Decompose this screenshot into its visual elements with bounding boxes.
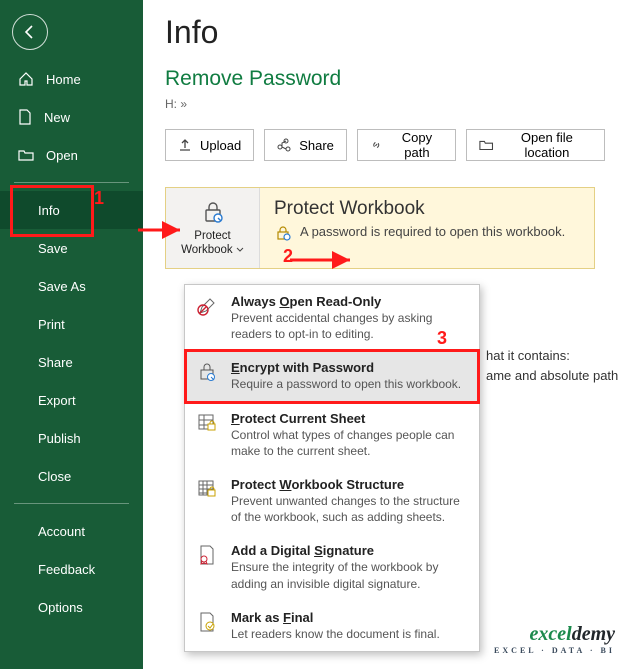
lock-key-icon xyxy=(196,361,218,383)
protect-workbook-button[interactable]: Protect Workbook xyxy=(166,188,260,268)
menu-title: Protect Workbook Structure xyxy=(231,477,469,492)
protect-workbook-menu: Always Open Read-OnlyPrevent accidental … xyxy=(184,284,480,652)
copy-path-button[interactable]: Copy path xyxy=(357,129,457,161)
chevron-down-icon xyxy=(236,247,244,253)
button-label: Open file location xyxy=(502,130,592,160)
menu-desc: Require a password to open this workbook… xyxy=(231,376,469,392)
sidebar-label: Share xyxy=(38,355,73,370)
file-ribbon-icon xyxy=(196,544,218,566)
sidebar-label: Account xyxy=(38,524,85,539)
sidebar-item-new[interactable]: New xyxy=(0,98,143,136)
menu-title: Always Open Read-Only xyxy=(231,294,469,309)
sidebar-label: Save As xyxy=(38,279,86,294)
folder-open-icon xyxy=(18,148,34,162)
button-label: Copy path xyxy=(390,130,443,160)
menu-desc: Let readers know the document is final. xyxy=(231,626,469,642)
page-title: Info xyxy=(165,14,605,51)
sidebar-item-print[interactable]: Print xyxy=(0,305,143,343)
menu-item-mark-as-final[interactable]: Mark as FinalLet readers know the docume… xyxy=(185,601,479,651)
pencil-no-icon xyxy=(196,295,218,317)
open-file-location-button[interactable]: Open file location xyxy=(466,129,605,161)
sidebar-label: Publish xyxy=(38,431,81,446)
sidebar-item-publish[interactable]: Publish xyxy=(0,419,143,457)
menu-desc: Ensure the integrity of the workbook by … xyxy=(231,559,469,591)
back-button[interactable] xyxy=(12,14,48,50)
sidebar-separator xyxy=(14,182,129,183)
sidebar-label: Open xyxy=(46,148,78,163)
menu-desc: Control what types of changes people can… xyxy=(231,427,469,459)
sidebar-item-save[interactable]: Save xyxy=(0,229,143,267)
sidebar-item-home[interactable]: Home xyxy=(0,60,143,98)
protect-workbook-card: Protect Workbook Protect Workbook A pass… xyxy=(165,187,595,269)
card-heading: Protect Workbook xyxy=(274,198,580,220)
menu-title: Mark as Final xyxy=(231,610,469,625)
menu-item-encrypt-with-password[interactable]: Encrypt with PasswordRequire a password … xyxy=(185,351,479,401)
sidebar-label: New xyxy=(44,110,70,125)
sidebar-item-feedback[interactable]: Feedback xyxy=(0,550,143,588)
document-path: H: » xyxy=(165,97,605,111)
home-icon xyxy=(18,71,34,87)
sidebar-separator xyxy=(14,503,129,504)
card-body: Protect Workbook A password is required … xyxy=(260,188,594,268)
file-icon xyxy=(18,109,32,125)
upload-icon xyxy=(178,138,192,152)
sidebar-label: Options xyxy=(38,600,83,615)
inspect-workbook-text: hat it contains: ame and absolute path xyxy=(486,346,618,385)
arrow-left-icon xyxy=(22,24,38,40)
sidebar-label: Save xyxy=(38,241,68,256)
lock-key-icon xyxy=(199,198,227,226)
sidebar-item-options[interactable]: Options xyxy=(0,588,143,626)
menu-desc: Prevent accidental changes by asking rea… xyxy=(231,310,469,342)
lock-key-icon xyxy=(274,224,292,242)
sidebar-item-close[interactable]: Close xyxy=(0,457,143,495)
sidebar-item-info[interactable]: Info xyxy=(0,191,143,229)
watermark: exceldemy EXCEL · DATA · BI xyxy=(494,623,615,655)
sidebar-label: Home xyxy=(46,72,81,87)
menu-item-add-digital-signature[interactable]: Add a Digital SignatureEnsure the integr… xyxy=(185,534,479,600)
button-label: Upload xyxy=(200,138,241,153)
sidebar-label: Export xyxy=(38,393,76,408)
button-label: Share xyxy=(299,138,334,153)
info-toolbar: Upload Share Copy path Open file locatio… xyxy=(165,129,605,161)
menu-item-protect-current-sheet[interactable]: Protect Current SheetControl what types … xyxy=(185,402,479,468)
sidebar-item-account[interactable]: Account xyxy=(0,512,143,550)
sheet-lock-icon xyxy=(196,412,218,434)
menu-item-always-open-read-only[interactable]: Always Open Read-OnlyPrevent accidental … xyxy=(185,285,479,351)
share-button[interactable]: Share xyxy=(264,129,347,161)
menu-title: Protect Current Sheet xyxy=(231,411,469,426)
card-description: A password is required to open this work… xyxy=(300,224,565,242)
sidebar-item-save-as[interactable]: Save As xyxy=(0,267,143,305)
link-icon xyxy=(370,138,383,152)
share-icon xyxy=(277,138,291,152)
menu-desc: Prevent unwanted changes to the structur… xyxy=(231,493,469,525)
button-label: Protect Workbook xyxy=(170,230,255,258)
sidebar-label: Feedback xyxy=(38,562,95,577)
document-title: Remove Password xyxy=(165,67,605,91)
sidebar-item-share[interactable]: Share xyxy=(0,343,143,381)
workbook-lock-icon xyxy=(196,478,218,500)
sidebar-label: Info xyxy=(38,203,60,218)
sidebar-label: Close xyxy=(38,469,71,484)
menu-item-protect-workbook-structure[interactable]: Protect Workbook StructurePrevent unwant… xyxy=(185,468,479,534)
menu-title: Encrypt with Password xyxy=(231,360,469,375)
file-final-icon xyxy=(196,611,218,633)
sidebar-item-open[interactable]: Open xyxy=(0,136,143,174)
folder-icon xyxy=(479,139,493,151)
sidebar-label: Print xyxy=(38,317,65,332)
upload-button[interactable]: Upload xyxy=(165,129,254,161)
sidebar-item-export[interactable]: Export xyxy=(0,381,143,419)
menu-title: Add a Digital Signature xyxy=(231,543,469,558)
backstage-sidebar: Home New Open Info Save Save As Print Sh… xyxy=(0,0,143,669)
